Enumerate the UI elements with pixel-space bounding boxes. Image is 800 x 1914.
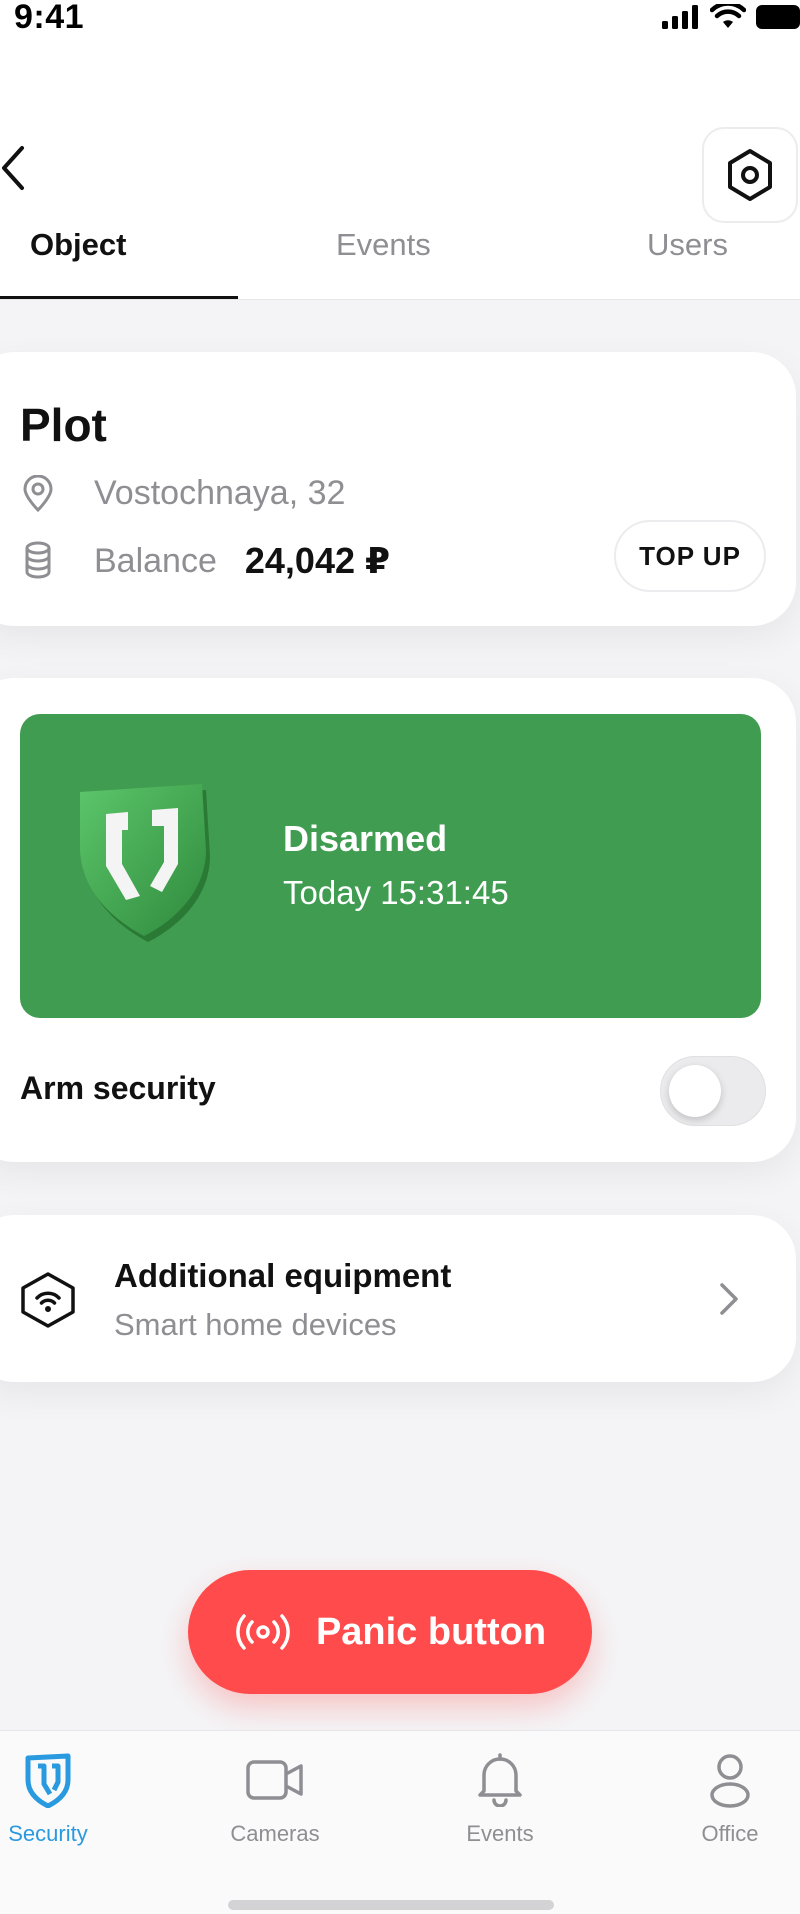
battery-icon bbox=[756, 5, 800, 29]
nav-item-events[interactable]: Events bbox=[430, 1751, 570, 1861]
object-title: Plot bbox=[20, 399, 107, 451]
nav-label-security: Security bbox=[8, 1821, 88, 1846]
settings-button[interactable] bbox=[702, 127, 798, 223]
broadcast-icon bbox=[234, 1612, 292, 1652]
back-button[interactable] bbox=[0, 140, 40, 196]
bottom-nav: Security Cameras Events Office bbox=[0, 1730, 800, 1914]
object-address: Vostochnaya, 32 bbox=[94, 474, 346, 512]
chevron-right-icon bbox=[708, 1277, 748, 1321]
nav-label-cameras: Cameras bbox=[230, 1821, 320, 1846]
tab-users[interactable]: Users bbox=[647, 215, 728, 300]
bell-icon bbox=[430, 1751, 570, 1809]
shield-icon bbox=[66, 772, 216, 942]
chevron-left-icon bbox=[2, 146, 24, 190]
status-bar: 9:41 bbox=[0, 0, 800, 40]
smart-home-icon bbox=[18, 1270, 78, 1330]
tab-events[interactable]: Events bbox=[336, 215, 431, 300]
status-icons bbox=[662, 0, 800, 34]
security-card: Disarmed Today 15:31:45 Arm security bbox=[0, 678, 796, 1162]
tab-bar: Object Events Users bbox=[0, 215, 800, 300]
wifi-icon bbox=[710, 4, 746, 28]
balance-label: Balance bbox=[94, 541, 217, 580]
additional-equipment-card[interactable]: Additional equipment Smart home devices bbox=[0, 1215, 796, 1382]
object-card: Plot Vostochnaya, 32 Balance 24,042 ₽ TO… bbox=[0, 352, 796, 626]
balance-row: Balance 24,042 ₽ bbox=[20, 540, 390, 582]
home-indicator bbox=[228, 1900, 554, 1910]
location-pin-icon bbox=[20, 474, 56, 512]
arm-security-toggle[interactable] bbox=[660, 1056, 766, 1126]
nav-item-office[interactable]: Office bbox=[660, 1751, 800, 1861]
arm-security-label: Arm security bbox=[20, 1070, 216, 1106]
security-status-panel: Disarmed Today 15:31:45 bbox=[20, 714, 761, 1018]
address-row: Vostochnaya, 32 bbox=[20, 474, 345, 513]
equipment-title: Additional equipment bbox=[114, 1257, 452, 1294]
tab-object[interactable]: Object bbox=[30, 215, 126, 300]
status-time: 9:41 bbox=[14, 0, 85, 36]
top-up-button[interactable]: TOP UP bbox=[614, 520, 766, 592]
gear-icon bbox=[728, 149, 772, 201]
balance-value: 24,042 ₽ bbox=[244, 540, 391, 581]
coins-icon bbox=[20, 541, 56, 579]
nav-label-office: Office bbox=[701, 1821, 759, 1846]
camera-icon bbox=[205, 1751, 345, 1809]
toggle-knob bbox=[669, 1065, 721, 1117]
security-status-time: Today 15:31:45 bbox=[283, 874, 509, 911]
equipment-subtitle: Smart home devices bbox=[114, 1307, 397, 1342]
panic-button-label: Panic button bbox=[315, 1610, 547, 1653]
cellular-signal-icon bbox=[662, 5, 698, 29]
security-status: Disarmed bbox=[283, 818, 448, 859]
user-icon bbox=[660, 1751, 800, 1809]
nav-label-events: Events bbox=[466, 1821, 534, 1846]
nav-item-security[interactable]: Security bbox=[0, 1751, 118, 1861]
panic-button[interactable]: Panic button bbox=[188, 1570, 592, 1694]
nav-item-cameras[interactable]: Cameras bbox=[205, 1751, 345, 1861]
shield-icon bbox=[0, 1751, 118, 1809]
tab-divider bbox=[0, 299, 800, 300]
